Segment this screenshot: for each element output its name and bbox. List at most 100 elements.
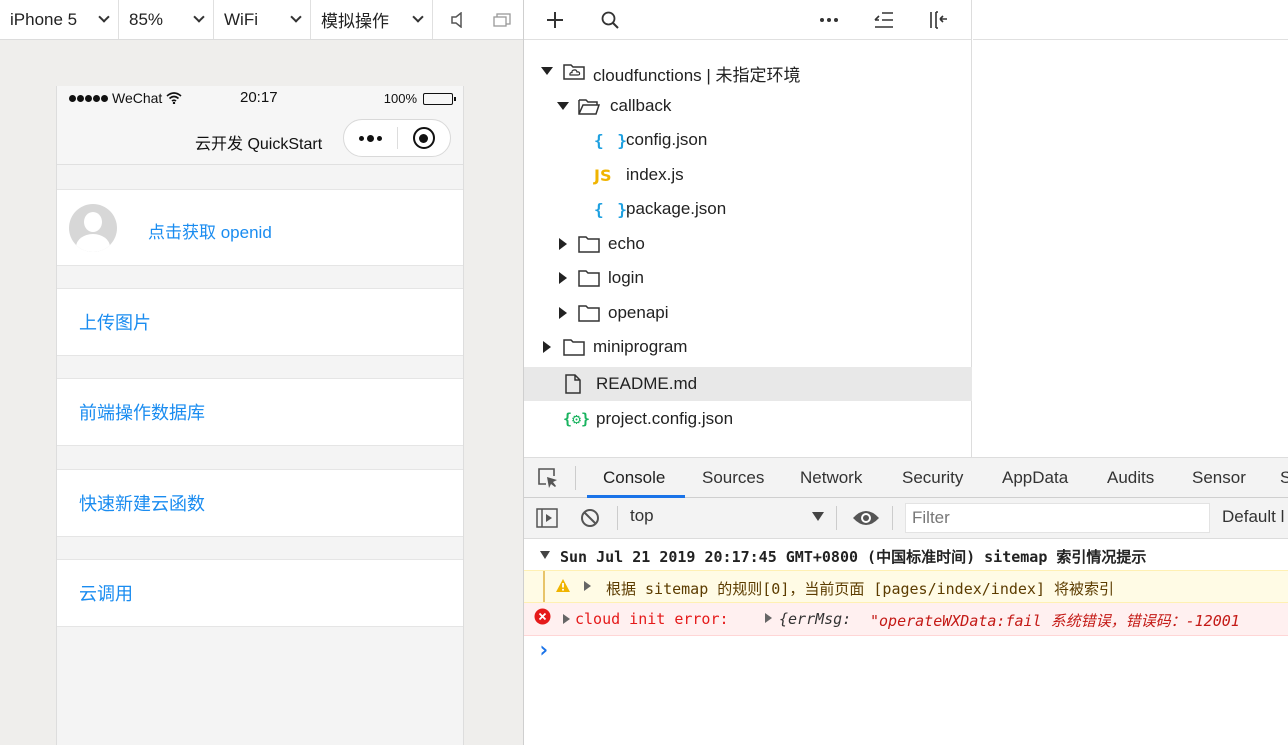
battery-status: 100%	[384, 91, 456, 106]
add-file-button[interactable]	[543, 8, 567, 32]
console-warning-message[interactable]: 根据 sitemap 的规则[0]，当前页面 [pages/index/inde…	[524, 570, 1288, 603]
devtools-panel: Console Sources Network Security AppData…	[524, 457, 1288, 745]
tree-item-index-js[interactable]: JS index.js	[524, 158, 972, 192]
tree-item-miniprogram[interactable]: miniprogram	[524, 330, 972, 364]
json-file-icon: { }	[594, 200, 629, 219]
zoom-select-label: 85%	[129, 9, 164, 29]
split-panel-icon	[930, 11, 947, 29]
phone-status-bar: WeChat 20:17 100%	[57, 86, 463, 110]
file-icon	[565, 374, 581, 394]
explorer-toolbar	[524, 0, 971, 40]
log-levels-select[interactable]: Default l	[1222, 507, 1284, 527]
tab-network[interactable]: Network	[800, 458, 862, 498]
plus-icon	[547, 12, 563, 28]
wifi-icon	[166, 92, 182, 104]
battery-icon	[423, 92, 456, 105]
more-button[interactable]	[344, 120, 397, 156]
tab-console[interactable]: Console	[603, 458, 665, 498]
menu-item-cloud-call[interactable]: 云调用	[57, 559, 463, 627]
block-icon	[581, 509, 599, 527]
menu-item-label: 云调用	[79, 584, 133, 604]
live-expression-button[interactable]	[852, 509, 880, 532]
device-select[interactable]: iPhone 5	[0, 0, 119, 39]
more-actions-button[interactable]	[817, 8, 841, 32]
carrier: WeChat	[69, 90, 182, 106]
operation-select[interactable]: 模拟操作	[311, 0, 433, 39]
error-object-value: "operateWXData:fail 系统错误，错误码：-12001	[870, 612, 1240, 630]
close-miniprogram-button[interactable]	[398, 120, 451, 156]
network-select-label: WiFi	[224, 9, 258, 29]
zoom-select[interactable]: 85%	[119, 0, 214, 39]
console-error-message[interactable]: cloud init error: {errMsg: "operateWXDat…	[524, 603, 1288, 636]
avatar	[69, 204, 117, 252]
tree-item-openapi[interactable]: openapi	[524, 296, 972, 330]
menu-item-label: 快速新建云函数	[79, 494, 205, 514]
tab-sources[interactable]: Sources	[702, 458, 764, 498]
console-toolbar: top Default l	[524, 498, 1288, 539]
carrier-name: WeChat	[112, 90, 163, 106]
tree-item-package-json[interactable]: { } package.json	[524, 192, 972, 226]
error-object-key: {errMsg:	[779, 610, 852, 628]
network-select[interactable]: WiFi	[214, 0, 311, 39]
tree-item-project-config[interactable]: {⚙} project.config.json	[524, 402, 972, 436]
toolbar-divider	[836, 506, 837, 530]
tree-item-cloudfunctions[interactable]: cloudfunctions | 未指定环境	[524, 54, 972, 88]
chevron-down-icon	[290, 11, 302, 23]
tree-item-callback[interactable]: callback	[524, 89, 972, 123]
collapse-all-button[interactable]	[872, 8, 896, 32]
prompt-chevron-icon: ›	[537, 638, 551, 663]
tab-more[interactable]: S	[1280, 458, 1288, 498]
context-select[interactable]: top	[630, 506, 654, 526]
collapsed-icon	[563, 614, 570, 624]
menu-item-database[interactable]: 前端操作数据库	[57, 378, 463, 446]
tree-item-label: openapi	[608, 303, 669, 322]
file-explorer: cloudfunctions | 未指定环境 callback { } conf…	[524, 0, 972, 457]
tree-item-label: index.js	[626, 165, 684, 184]
console-filter-input[interactable]	[905, 503, 1210, 533]
get-openid-link[interactable]: 点击获取 openid	[148, 218, 272, 243]
chevron-down-icon	[98, 11, 110, 23]
more-icon	[358, 134, 382, 142]
menu-item-new-cloud-function[interactable]: 快速新建云函数	[57, 469, 463, 537]
menu-item-label: 前端操作数据库	[79, 403, 205, 423]
config-file-icon: {⚙}	[563, 410, 591, 428]
menu-item-label: 上传图片	[79, 313, 151, 333]
collapsed-icon	[540, 340, 554, 354]
folder-icon	[578, 270, 600, 287]
console-prompt[interactable]: ›	[524, 638, 1288, 668]
tree-item-echo[interactable]: echo	[524, 227, 972, 261]
phone-nav-bar: 云开发 QuickStart	[57, 110, 463, 165]
clear-console-button[interactable]	[580, 508, 600, 533]
tab-appdata[interactable]: AppData	[1002, 458, 1068, 498]
mute-button[interactable]	[433, 0, 483, 39]
editor-area	[973, 0, 1288, 457]
tab-audits[interactable]: Audits	[1107, 458, 1154, 498]
dropdown-arrow-icon[interactable]	[812, 512, 824, 521]
toggle-layout-button[interactable]	[927, 8, 951, 32]
tab-sensor[interactable]: Sensor	[1192, 458, 1246, 498]
tree-item-readme[interactable]: README.md	[524, 367, 972, 401]
menu-item-upload-image[interactable]: 上传图片	[57, 288, 463, 356]
tree-item-label: config.json	[626, 130, 708, 149]
status-time: 20:17	[240, 89, 278, 106]
inspect-element-button[interactable]	[537, 467, 559, 494]
tree-item-login[interactable]: login	[524, 261, 972, 295]
target-icon	[412, 127, 435, 149]
toolbar-divider	[617, 506, 618, 530]
tab-security[interactable]: Security	[902, 458, 963, 498]
ellipsis-icon	[820, 18, 838, 22]
phone-screen: WeChat 20:17 100% 云开发 QuickStart 点击获取 op…	[56, 86, 464, 745]
search-button[interactable]	[598, 8, 622, 32]
speaker-icon	[451, 11, 462, 28]
cloud-folder-icon	[563, 64, 585, 80]
console-group-message[interactable]: Sun Jul 21 2019 20:17:45 GMT+0800 (中国标准时…	[524, 542, 1288, 572]
devtools-tab-bar: Console Sources Network Security AppData…	[524, 458, 1288, 498]
detach-window-button[interactable]	[483, 0, 521, 39]
collapsed-icon	[556, 271, 570, 285]
tree-item-config-json[interactable]: { } config.json	[524, 123, 972, 157]
collapse-icon	[874, 12, 893, 28]
tree-item-label: callback	[610, 96, 672, 115]
toggle-sidebar-button[interactable]	[536, 508, 558, 533]
tree-item-label: package.json	[626, 199, 727, 218]
simulator-toolbar: iPhone 5 85% WiFi 模拟操作	[0, 0, 523, 40]
